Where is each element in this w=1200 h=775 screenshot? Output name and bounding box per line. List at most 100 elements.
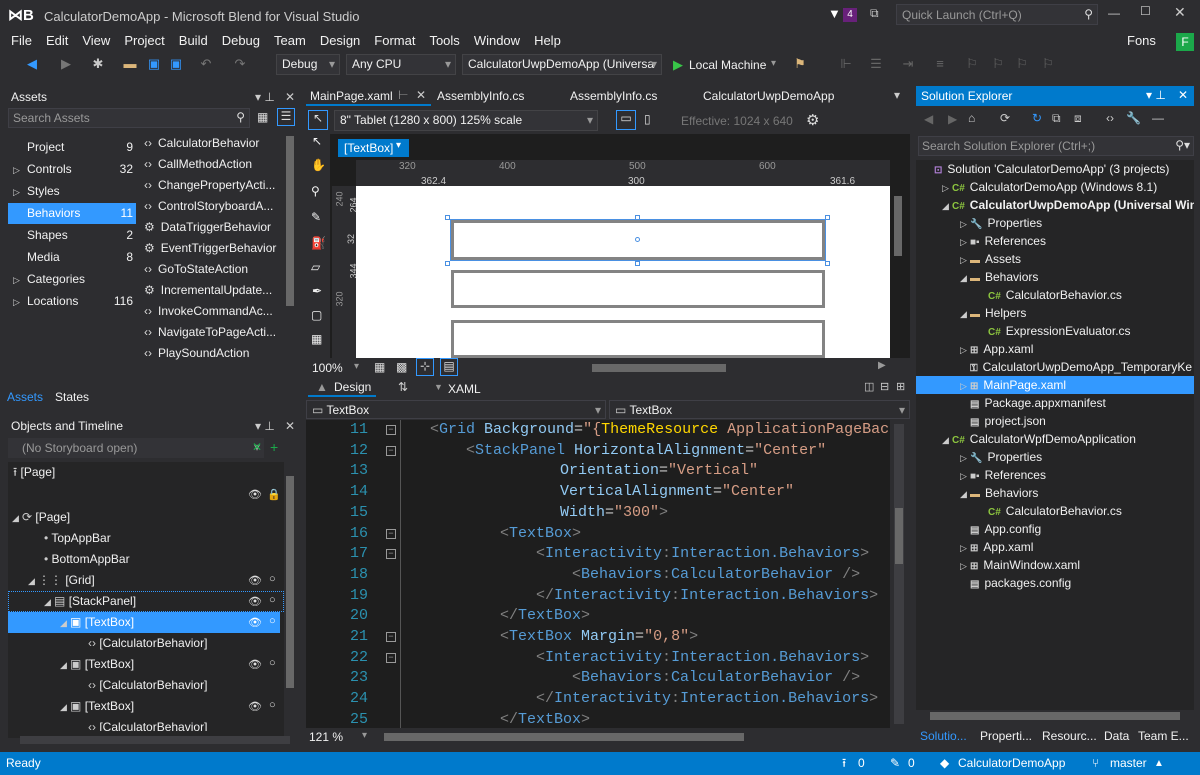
menu-team[interactable]: Team (267, 32, 313, 50)
startup-project-dropdown[interactable]: CalculatorUwpDemoApp (Universa (462, 54, 662, 75)
solution-item[interactable]: ▤ packages.config (916, 574, 1194, 592)
eraser-icon[interactable]: ▱ (311, 260, 320, 274)
fold-toggle-icon[interactable]: − (386, 445, 396, 456)
menu-window[interactable]: Window (467, 32, 527, 50)
close-storyboard-icon[interactable]: ✕ (252, 440, 262, 454)
solution-item[interactable]: ◢ C# CalculatorWpfDemoApplication (916, 430, 1194, 448)
collapse-arrow-icon[interactable]: ◢ (60, 655, 70, 676)
menu-help[interactable]: Help (527, 32, 568, 50)
expand-arrow-icon[interactable]: ▷ (13, 270, 23, 291)
asset-item[interactable]: ‹› CallMethodAction (138, 154, 252, 175)
asset-item[interactable]: ‹› ChangePropertyActi... (138, 175, 275, 196)
repo-name[interactable]: CalculatorDemoApp (958, 752, 1065, 775)
tree-node[interactable]: ‹› [CalculatorBehavior] (8, 675, 284, 696)
expand-arrow-icon[interactable]: ▷ (13, 160, 23, 181)
close-icon[interactable]: ✕ (416, 88, 426, 102)
run-icon[interactable]: ▶ (673, 57, 683, 73)
code-line[interactable]: 19 </Interactivity:Interaction.Behaviors> (306, 586, 890, 607)
tab-assets[interactable]: Assets (7, 390, 43, 404)
solution-item[interactable]: ▷ ⊞ App.xaml (916, 538, 1194, 556)
selection-handle[interactable] (825, 261, 830, 266)
code-line[interactable]: 25 </TextBox> (306, 710, 890, 728)
menu-edit[interactable]: Edit (39, 32, 75, 50)
expand-arrow-icon[interactable]: ▷ (942, 179, 952, 197)
zoom-dropdown-icon[interactable]: ▾ (362, 730, 367, 741)
tree-node[interactable]: • TopAppBar (8, 528, 284, 549)
selection-tag-dropdown-icon[interactable]: ▾ (396, 140, 401, 151)
asset-item[interactable]: ‹› PlaySoundAction (138, 343, 249, 364)
code-line[interactable]: 20 </TextBox> (306, 606, 890, 627)
editor-scroll-thumb[interactable] (895, 508, 903, 564)
solution-item[interactable]: ◢ ▬ Behaviors (916, 484, 1194, 502)
category-project[interactable]: Project 9 (8, 137, 136, 158)
collapse-arrow-icon[interactable]: ◢ (960, 269, 970, 287)
solution-close-icon[interactable]: ✕ (1178, 88, 1188, 102)
feedback-icon[interactable]: ⧉ (870, 6, 879, 21)
swap-panes-icon[interactable]: ⇅ (398, 380, 408, 394)
tab-team-explorer[interactable]: Team E... (1138, 729, 1189, 743)
artboard[interactable] (356, 186, 890, 358)
solution-item[interactable]: C# ExpressionEvaluator.cs (916, 322, 1194, 340)
editor-vscroll[interactable] (894, 424, 904, 724)
landscape-icon[interactable]: ▭ (616, 110, 636, 130)
asset-item[interactable]: ‹› CalculatorBehavior (138, 133, 259, 154)
grid-layout-icon[interactable]: ▦ (311, 332, 322, 346)
notification-badge[interactable]: 4 (843, 8, 857, 22)
home-icon[interactable]: ⌂ (968, 111, 975, 125)
solution-item[interactable]: ▤ project.json (916, 412, 1194, 430)
solution-item[interactable]: ⊡ Solution 'CalculatorDemoApp' (3 project… (916, 160, 1194, 178)
branch-name[interactable]: master (1110, 752, 1147, 775)
tree-node[interactable]: ◢ ▣ [TextBox] (8, 654, 284, 675)
select-tool-icon[interactable]: ↖ (308, 110, 328, 130)
category-locations[interactable]: ▷ Locations 116 (8, 291, 136, 312)
element-scope-dropdown[interactable]: ▭ TextBox (306, 400, 606, 419)
forward-icon[interactable]: ▶ (948, 112, 957, 126)
solution-hscroll[interactable] (930, 712, 1180, 720)
scroll-right-icon[interactable]: ▶ (878, 360, 886, 371)
solution-item[interactable]: ▤ Package.appxmanifest (916, 394, 1194, 412)
tree-node[interactable]: ◢ ⋮⋮ [Grid] (8, 570, 284, 591)
center-handle[interactable] (635, 237, 640, 242)
quick-launch-input[interactable]: Quick Launch (Ctrl+Q) ⚲ (896, 4, 1098, 25)
solution-item[interactable]: ▷ ▬ Assets (916, 250, 1194, 268)
properties-wrench-icon[interactable]: 🔧 (1126, 111, 1141, 125)
designer-hscroll[interactable] (592, 364, 726, 372)
solution-item[interactable]: ▷ ⊞ MainWindow.xaml (916, 556, 1194, 574)
editor-hscroll[interactable] (384, 733, 744, 741)
menu-tools[interactable]: Tools (422, 32, 466, 50)
code-line[interactable]: 15 Width="300"> (306, 503, 890, 524)
code-line[interactable]: 18 <Behaviors:CalculatorBehavior /> (306, 565, 890, 586)
list-view-icon[interactable]: ☰ (277, 108, 295, 126)
eye-icon[interactable]: 👁 (248, 595, 262, 608)
assets-close-icon[interactable]: ✕ (285, 87, 295, 107)
repo-icon[interactable]: ◆ (940, 752, 949, 775)
minimize-button[interactable]: — (1108, 6, 1120, 20)
split-swap-icon[interactable]: ▲ (316, 380, 328, 394)
objects-scrollbar[interactable] (286, 476, 294, 688)
visibility-dot-icon[interactable]: ○ (269, 657, 276, 669)
objects-close-icon[interactable]: ✕ (285, 416, 295, 436)
sync-icon[interactable]: ↻ (1032, 111, 1042, 125)
pin-icon[interactable]: ▾ ⊥ (255, 416, 275, 436)
close-button[interactable]: ✕ (1174, 4, 1186, 21)
eye-icon[interactable]: 👁 (248, 574, 262, 587)
redo-icon[interactable]: ↷ (232, 56, 248, 72)
visibility-dot-icon[interactable]: ○ (269, 573, 276, 585)
solution-item[interactable]: C# CalculatorBehavior.cs (916, 502, 1194, 520)
new-project-icon[interactable]: ✱ (90, 56, 106, 72)
solution-item[interactable]: ◢ ▬ Helpers (916, 304, 1194, 322)
tree-node-selected[interactable]: ◢ ▣ [TextBox] (8, 612, 280, 633)
solution-search-input[interactable]: Search Solution Explorer (Ctrl+;) ⚲▾ (918, 136, 1194, 156)
user-avatar[interactable]: F (1176, 33, 1194, 51)
tab-solution-explorer[interactable]: Solutio... (920, 729, 967, 743)
bookmark-prev-icon[interactable]: ⚐ (1014, 56, 1030, 72)
save-all-icon[interactable]: ▣ (168, 56, 184, 72)
run-target-button[interactable]: Local Machine (689, 58, 766, 72)
solution-item[interactable]: ▷ ⊞ App.xaml (916, 340, 1194, 358)
selection-handle[interactable] (825, 215, 830, 220)
rectangle-icon[interactable]: ▢ (311, 308, 322, 322)
back-icon[interactable]: ◀ (24, 56, 40, 72)
eye-icon[interactable]: 👁 (248, 700, 262, 713)
tree-node[interactable]: ⭱ [Page] (8, 462, 284, 483)
xaml-editor[interactable]: 11− <Grid Background="{ThemeResource Appl… (306, 420, 890, 728)
